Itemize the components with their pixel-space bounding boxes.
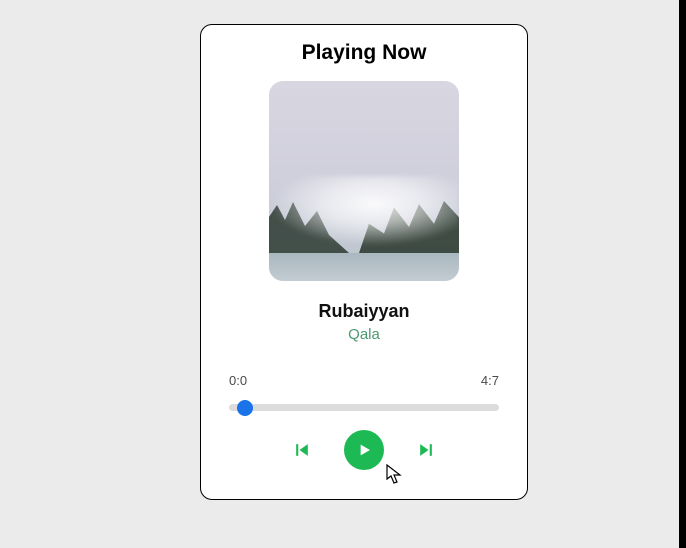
- progress-slider[interactable]: [229, 404, 499, 411]
- page-title: Playing Now: [302, 41, 427, 65]
- progress-slider-wrap: [229, 398, 499, 416]
- track-artist: Qala: [348, 326, 380, 343]
- playback-controls: [290, 430, 438, 470]
- album-art: [269, 81, 459, 281]
- music-player-card: Playing Now Rubaiyyan Qala 0:0 4:7: [200, 24, 528, 500]
- skip-previous-icon: [292, 440, 312, 460]
- next-button[interactable]: [414, 438, 438, 462]
- current-time-label: 0:0: [229, 373, 247, 388]
- skip-next-icon: [416, 440, 436, 460]
- play-icon: [356, 442, 372, 458]
- right-edge-strip: [679, 0, 686, 548]
- time-row: 0:0 4:7: [229, 373, 499, 388]
- play-button[interactable]: [344, 430, 384, 470]
- track-title: Rubaiyyan: [318, 301, 409, 322]
- previous-button[interactable]: [290, 438, 314, 462]
- duration-label: 4:7: [481, 373, 499, 388]
